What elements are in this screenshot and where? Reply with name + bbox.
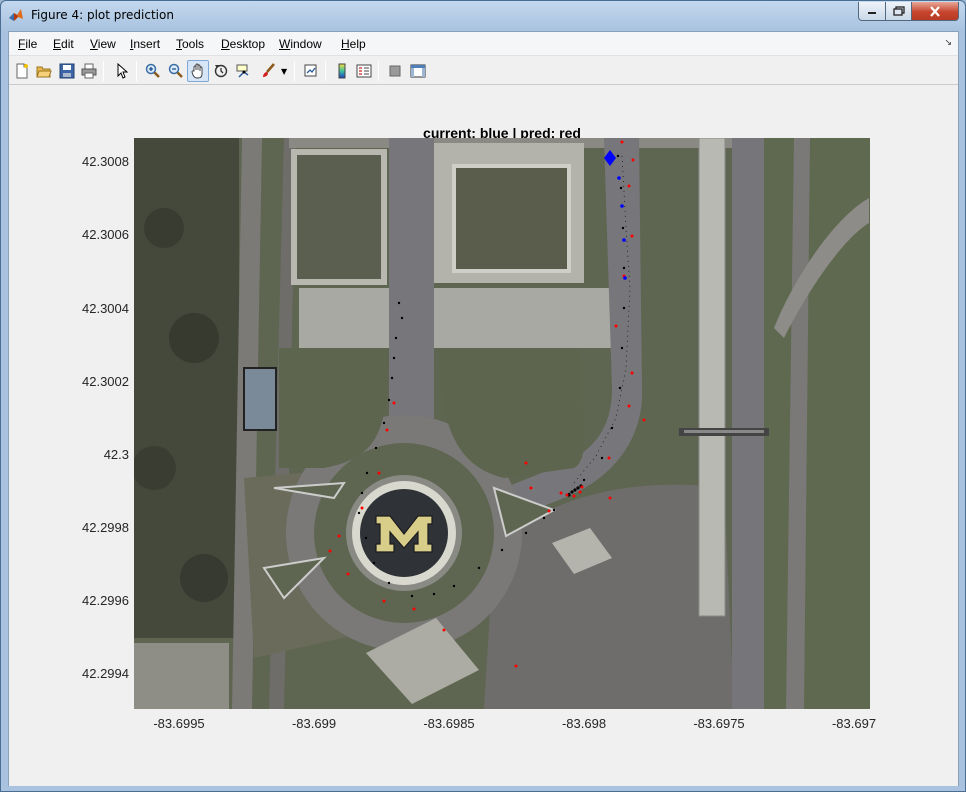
show-plot-tools-icon: [410, 64, 426, 78]
menu-insert[interactable]: Insert: [130, 37, 160, 51]
menu-file[interactable]: File: [18, 37, 37, 51]
toolbar-separator: [294, 61, 295, 81]
current-points: [604, 150, 627, 280]
x-tick-label: -83.6975: [693, 716, 745, 731]
legend-icon: [356, 64, 372, 78]
rotate-3d-button[interactable]: [210, 60, 232, 82]
zoom-out-icon: [168, 63, 183, 78]
edit-plot-button[interactable]: [111, 60, 133, 82]
y-tick-label: 42.3: [103, 447, 129, 462]
insert-legend-button[interactable]: [353, 60, 375, 82]
brush-dropdown-arrow-icon[interactable]: ▼: [281, 67, 287, 76]
data-cursor-icon: [236, 64, 249, 78]
y-tick-label: 42.3002: [82, 374, 129, 389]
y-tick-label: 42.2996: [82, 593, 129, 608]
y-tick-label: 42.3006: [82, 227, 129, 242]
menu-bar: File Edit View Insert Tools Desktop Wind…: [9, 32, 958, 56]
close-icon: [930, 5, 940, 17]
predicted-points: [328, 140, 646, 668]
colorbar-icon: [338, 63, 346, 79]
toolbar-separator: [103, 61, 104, 81]
menu-tools[interactable]: Tools: [176, 37, 204, 51]
x-tick-label: -83.698: [561, 716, 607, 731]
print-button[interactable]: [78, 60, 100, 82]
new-figure-button[interactable]: [11, 60, 33, 82]
show-plot-tools-button[interactable]: [407, 60, 429, 82]
brush-icon: [263, 63, 275, 77]
print-icon: [81, 63, 97, 79]
menu-desktop[interactable]: Desktop: [221, 37, 265, 51]
new-figure-icon: [16, 63, 28, 79]
title-bar[interactable]: Figure 4: plot prediction: [1, 1, 965, 31]
plot-axes[interactable]: [134, 138, 870, 709]
figure-client-area: File Edit View Insert Tools Desktop Wind…: [8, 31, 959, 786]
x-tick-label: -83.6995: [153, 716, 205, 731]
window-title: Figure 4: plot prediction: [31, 8, 174, 22]
toolbar-separator: [378, 61, 379, 81]
x-tick-label: -83.699: [291, 716, 337, 731]
history-points: [357, 154, 626, 598]
y-tick-label: 42.3004: [82, 301, 129, 316]
zoom-in-icon: [145, 63, 160, 78]
figure-toolbar: ▼: [9, 57, 958, 85]
brush-button[interactable]: [257, 60, 279, 82]
dock-arrow-icon[interactable]: ↘: [944, 38, 952, 48]
close-button[interactable]: [911, 2, 959, 21]
maximize-icon: [892, 6, 905, 16]
x-tick-label: -83.697: [831, 716, 877, 731]
edit-plot-arrow-icon: [117, 63, 129, 79]
toolbar-separator: [325, 61, 326, 81]
zoom-in-button[interactable]: [142, 60, 164, 82]
matlab-logo-icon: [9, 9, 23, 21]
minimize-button[interactable]: [858, 2, 886, 21]
y-tick-label: 42.3008: [82, 154, 129, 169]
save-icon: [59, 63, 75, 79]
figure-canvas[interactable]: current: blue | pred: red 42.3008 42.300…: [9, 86, 958, 786]
pan-button[interactable]: [187, 60, 209, 82]
y-tick-label: 42.2994: [82, 666, 129, 681]
figure-window: Figure 4: plot prediction File Edit View…: [0, 0, 966, 792]
menu-view[interactable]: View: [90, 37, 116, 51]
link-plot-icon: [304, 64, 317, 77]
open-file-icon: [36, 66, 52, 78]
rotate-3d-icon: [214, 64, 228, 78]
minimize-icon: [868, 12, 876, 14]
trajectory-layer: [328, 140, 646, 668]
x-tick-label: -83.6985: [423, 716, 475, 731]
menu-help[interactable]: Help: [341, 37, 366, 51]
hide-plot-tools-button[interactable]: [384, 60, 406, 82]
insert-colorbar-button[interactable]: [331, 60, 353, 82]
menu-window[interactable]: Window: [279, 37, 322, 51]
hide-plot-tools-icon: [389, 65, 401, 77]
data-cursor-button[interactable]: [233, 60, 255, 82]
link-plot-button[interactable]: [300, 60, 322, 82]
save-button[interactable]: [56, 60, 78, 82]
y-tick-label: 42.2998: [82, 520, 129, 535]
maximize-button[interactable]: [885, 2, 912, 21]
toolbar-separator: [136, 61, 137, 81]
zoom-out-button[interactable]: [165, 60, 187, 82]
pan-hand-icon: [191, 63, 203, 79]
open-file-button[interactable]: [33, 60, 55, 82]
menu-edit[interactable]: Edit: [53, 37, 74, 51]
